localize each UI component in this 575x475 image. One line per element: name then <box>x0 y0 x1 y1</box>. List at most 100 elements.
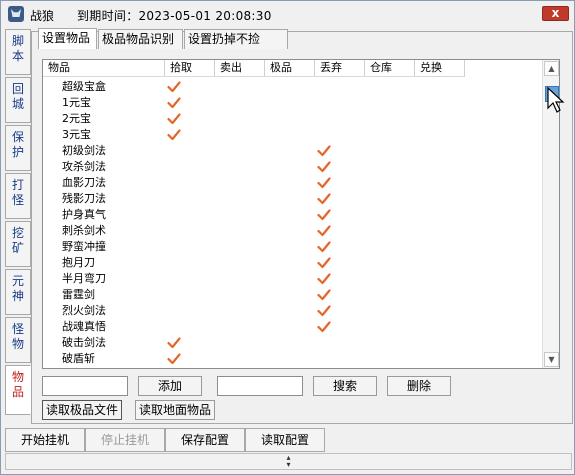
column-header[interactable]: 仓库 <box>365 60 415 77</box>
expire-time: 到期时间：2023-05-01 20:08:30 <box>77 9 272 23</box>
check-icon[interactable] <box>167 337 181 349</box>
check-icon[interactable] <box>317 193 331 205</box>
check-icon[interactable] <box>317 145 331 157</box>
table-row[interactable]: 残影刀法 <box>43 191 543 207</box>
save-config-button[interactable]: 保存配置 <box>165 428 245 452</box>
table-row[interactable]: 攻杀剑法 <box>43 159 543 175</box>
side-tab-4[interactable]: 挖矿 <box>5 221 31 267</box>
app-title: 战狼 <box>30 9 55 23</box>
item-name: 破盾斩 <box>62 352 95 365</box>
main-window: 战狼 到期时间：2023-05-01 20:08:30 x 脚本回城保护打怪挖矿… <box>0 0 575 475</box>
search-input[interactable] <box>217 376 303 396</box>
table-row[interactable]: 野蛮冲撞 <box>43 239 543 255</box>
read-rare-file-button[interactable]: 读取极品文件 <box>42 400 122 420</box>
item-name: 战魂真悟 <box>62 320 106 333</box>
side-tab-2[interactable]: 保护 <box>5 125 31 171</box>
side-tab-6[interactable]: 怪物 <box>5 317 31 363</box>
column-header[interactable]: 拾取 <box>165 60 215 77</box>
column-header[interactable]: 丢弃 <box>315 60 365 77</box>
side-tab-7[interactable]: 物品 <box>5 365 31 415</box>
side-tab-5[interactable]: 元神 <box>5 269 31 315</box>
tab-discard-no-pickup-label: 设置扔掉不捡 <box>188 32 261 46</box>
check-icon[interactable] <box>167 353 181 365</box>
tab-rare-item-detect-label: 极品物品识别 <box>102 32 175 46</box>
save-config-label: 保存配置 <box>180 433 229 447</box>
side-tab-label: 回城 <box>11 82 24 111</box>
table-row[interactable]: 半月弯刀 <box>43 271 543 287</box>
table-row[interactable]: 抱月刀 <box>43 255 543 271</box>
tab-discard-no-pickup[interactable]: 设置扔掉不捡 <box>184 29 288 49</box>
table-row[interactable]: 刺杀剑术 <box>43 223 543 239</box>
table-row[interactable]: 破击剑法 <box>43 335 543 351</box>
table-row[interactable]: 2元宝 <box>43 111 543 127</box>
item-list[interactable]: ▲ ▼ 物品 拾取 卖出 极品 丢弃 仓库 兑换超级宝盒 1元宝 2元宝 3元宝 初级剑法 攻杀剑法血… <box>42 59 560 369</box>
check-icon[interactable] <box>317 241 331 253</box>
arrow-up-icon[interactable]: ▲ <box>544 61 559 76</box>
table-row[interactable]: 护身真气 <box>43 207 543 223</box>
check-icon[interactable] <box>317 161 331 173</box>
stop-auto-button[interactable]: 停止挂机 <box>85 428 165 452</box>
tab-rare-item-detect[interactable]: 极品物品识别 <box>98 29 183 49</box>
start-auto-button[interactable]: 开始挂机 <box>5 428 85 452</box>
item-name: 残影刀法 <box>62 192 106 205</box>
close-button[interactable]: x <box>542 6 569 21</box>
side-tab-label: 脚本 <box>11 34 24 63</box>
column-header[interactable]: 卖出 <box>215 60 265 77</box>
load-config-button[interactable]: 读取配置 <box>245 428 325 452</box>
wolf-logo-icon <box>8 6 24 22</box>
tab-set-items[interactable]: 设置物品 <box>38 28 97 49</box>
check-icon[interactable] <box>317 273 331 285</box>
item-name: 攻杀剑法 <box>62 160 106 173</box>
search-button[interactable]: 搜索 <box>313 376 377 396</box>
read-ground-items-button[interactable]: 读取地面物品 <box>135 400 215 420</box>
table-row[interactable]: 3元宝 <box>43 127 543 143</box>
tab-set-items-label: 设置物品 <box>42 31 91 45</box>
check-icon[interactable] <box>317 257 331 269</box>
check-icon[interactable] <box>167 113 181 125</box>
arrow-down-icon[interactable]: ▼ <box>544 352 559 367</box>
side-tab-3[interactable]: 打怪 <box>5 173 31 219</box>
table-row[interactable]: 雷霆剑 <box>43 287 543 303</box>
mouse-pointer-icon <box>547 86 565 113</box>
check-icon[interactable] <box>317 225 331 237</box>
close-icon: x <box>551 6 560 20</box>
column-header[interactable]: 兑换 <box>415 60 465 77</box>
delete-button-label: 删除 <box>406 379 431 393</box>
delete-button[interactable]: 删除 <box>387 376 451 396</box>
title-bar: 战狼 到期时间：2023-05-01 20:08:30 x <box>1 1 574 28</box>
check-icon[interactable] <box>167 129 181 141</box>
resize-grip-icon[interactable]: ▴ ▾ <box>5 453 572 470</box>
check-icon[interactable] <box>167 81 181 93</box>
table-row[interactable]: 1元宝 <box>43 95 543 111</box>
check-icon[interactable] <box>167 97 181 109</box>
table-row[interactable]: 破盾斩 <box>43 351 543 367</box>
search-button-label: 搜索 <box>332 379 357 393</box>
bottom-toolbar: 开始挂机 停止挂机 保存配置 读取配置 <box>5 428 572 453</box>
table-row[interactable]: 血影刀法 <box>43 175 543 191</box>
table-row[interactable]: 烈火剑法 <box>43 303 543 319</box>
side-tab-label: 打怪 <box>11 178 24 207</box>
side-tab-label: 挖矿 <box>11 226 24 255</box>
check-icon[interactable] <box>317 321 331 333</box>
table-row[interactable]: 初级剑法 <box>43 143 543 159</box>
item-name: 血影刀法 <box>62 176 106 189</box>
add-button[interactable]: 添加 <box>138 376 202 396</box>
item-name: 野蛮冲撞 <box>62 240 106 253</box>
item-name-input[interactable] <box>42 376 128 396</box>
table-row[interactable]: 超级宝盒 <box>43 79 543 95</box>
item-name: 破击剑法 <box>62 336 106 349</box>
item-name: 烈火剑法 <box>62 304 106 317</box>
load-config-label: 读取配置 <box>260 433 309 447</box>
item-name: 超级宝盒 <box>62 80 106 93</box>
side-tab-0[interactable]: 脚本 <box>5 29 31 75</box>
table-row[interactable]: 战魂真悟 <box>43 319 543 335</box>
check-icon[interactable] <box>317 209 331 221</box>
check-icon[interactable] <box>317 177 331 189</box>
side-tab-1[interactable]: 回城 <box>5 77 31 123</box>
check-icon[interactable] <box>317 289 331 301</box>
check-icon[interactable] <box>317 305 331 317</box>
side-tab-label: 保护 <box>11 130 24 159</box>
column-header[interactable]: 物品 <box>43 60 165 77</box>
column-header[interactable]: 极品 <box>265 60 315 77</box>
side-tab-label: 物品 <box>11 370 24 399</box>
